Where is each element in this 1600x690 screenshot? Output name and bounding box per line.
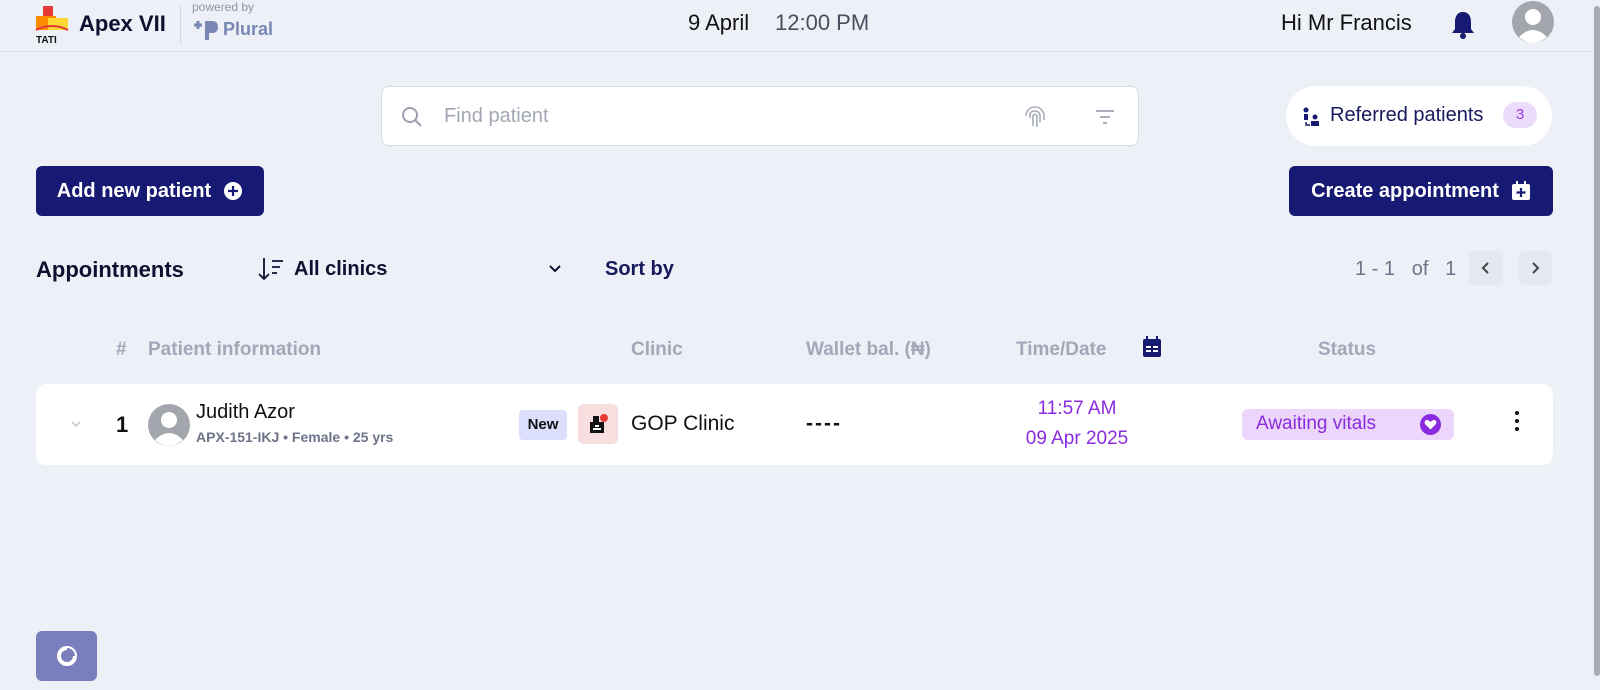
- table-row[interactable]: 1 Judith Azor APX-151-IKJ • Female • 25 …: [36, 384, 1553, 465]
- app-logo-icon: TATI: [35, 6, 69, 44]
- column-header-patient: Patient information: [148, 339, 322, 360]
- powered-by-label: powered by: [192, 0, 255, 14]
- pagination-total: 1: [1445, 258, 1457, 280]
- pagination-range: 1 - 1: [1355, 258, 1396, 280]
- header-date: 9 April: [688, 10, 750, 35]
- plus-circle-icon: [224, 182, 243, 200]
- add-new-patient-button[interactable]: Add new patient: [36, 166, 264, 216]
- patient-avatar: [148, 404, 190, 446]
- column-header-status: Status: [1318, 339, 1377, 360]
- header-time: 12:00 PM: [775, 10, 870, 35]
- more-options-icon[interactable]: [1513, 410, 1521, 432]
- create-appointment-label: Create appointment: [1311, 179, 1499, 202]
- wallet-balance: ----: [806, 412, 842, 435]
- partner-name: Plural: [223, 18, 274, 39]
- fingerprint-icon[interactable]: [1023, 104, 1047, 130]
- next-page-button[interactable]: [1518, 251, 1552, 285]
- sort-by-button[interactable]: Sort by: [605, 258, 674, 281]
- chevron-down-icon[interactable]: [547, 262, 563, 276]
- appointment-date: 09 Apr 2025: [1025, 428, 1129, 449]
- clinic-icon: [578, 404, 618, 444]
- add-new-patient-label: Add new patient: [56, 179, 212, 202]
- chevron-left-icon: [1481, 262, 1489, 274]
- patient-search-box: [381, 86, 1139, 146]
- pagination-of: of: [1411, 258, 1429, 280]
- row-number: 1: [116, 412, 129, 437]
- column-header-clinic: Clinic: [631, 339, 683, 360]
- new-patient-badge: New: [519, 410, 567, 440]
- calendar-plus-icon: [1511, 181, 1530, 200]
- search-icon: [402, 107, 422, 127]
- appointments-heading: Appointments: [36, 257, 184, 282]
- pagination-info: 1 - 1 of 1: [1355, 258, 1456, 281]
- partner-logo: Plural: [192, 17, 273, 41]
- patient-name[interactable]: Judith Azor: [196, 401, 295, 424]
- filter-icon[interactable]: [1094, 107, 1116, 127]
- status-badge: Awaiting vitals: [1242, 409, 1454, 440]
- referred-patients-label: Referred patients: [1330, 104, 1484, 126]
- previous-page-button[interactable]: [1469, 251, 1503, 285]
- app-name: Apex VII: [79, 11, 166, 36]
- referred-patients-button[interactable]: Referred patients 3: [1286, 86, 1552, 146]
- create-appointment-button[interactable]: Create appointment: [1289, 166, 1553, 216]
- svg-text:TATI: TATI: [36, 35, 57, 44]
- plural-logo-icon: [194, 21, 218, 40]
- clinic-filter-select[interactable]: All clinics: [294, 258, 387, 281]
- user-greeting: Hi Mr Francis: [1281, 10, 1412, 35]
- search-input[interactable]: [444, 101, 1004, 131]
- referred-count-badge: 3: [1503, 102, 1537, 128]
- scrollbar-thumb[interactable]: [1594, 6, 1600, 676]
- column-header-wallet: Wallet bal. (₦): [806, 339, 931, 360]
- heart-icon: [1420, 414, 1441, 435]
- column-header-number: #: [116, 339, 127, 360]
- clinic-name: GOP Clinic: [631, 412, 735, 435]
- status-text: Awaiting vitals: [1256, 413, 1377, 434]
- appointment-time: 11:57 AM: [1037, 398, 1117, 419]
- header-divider: [180, 6, 181, 44]
- sort-descending-icon[interactable]: [257, 255, 285, 283]
- bell-icon[interactable]: [1450, 9, 1476, 39]
- calendar-icon[interactable]: [1142, 336, 1162, 358]
- top-bar: TATI Apex VII powered by Plural 9 April …: [0, 0, 1600, 52]
- expand-row-icon[interactable]: [69, 418, 83, 430]
- referral-icon: [1303, 107, 1319, 126]
- column-header-time-date: Time/Date: [1016, 339, 1107, 360]
- floating-action-button[interactable]: [36, 631, 97, 681]
- chevron-right-icon: [1532, 262, 1540, 274]
- patient-meta: APX-151-IKJ • Female • 25 yrs: [196, 429, 394, 445]
- user-avatar-icon[interactable]: [1512, 1, 1554, 43]
- chart-pie-icon: [56, 646, 77, 666]
- clinic-building-icon: [590, 414, 608, 433]
